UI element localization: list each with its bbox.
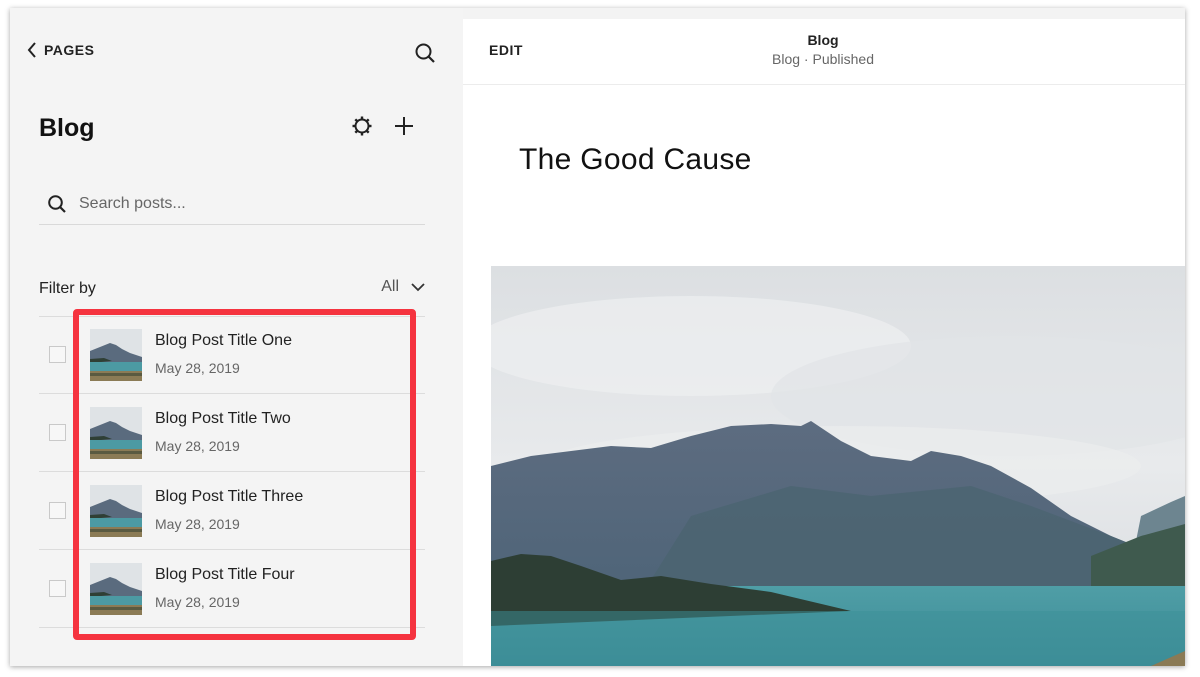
- post-thumbnail: [90, 407, 142, 459]
- edit-button[interactable]: EDIT: [489, 42, 523, 58]
- plus-icon[interactable]: [392, 114, 416, 138]
- filter-dropdown[interactable]: All: [381, 278, 425, 296]
- gear-icon[interactable]: [350, 114, 374, 138]
- search-posts-input[interactable]: [77, 194, 381, 214]
- post-checkbox[interactable]: [49, 424, 66, 441]
- collection-title: Blog: [39, 114, 95, 142]
- preview-header: EDIT Blog Blog · Published: [463, 19, 1185, 85]
- post-list-item[interactable]: Blog Post Title Two May 28, 2019: [39, 394, 425, 472]
- chevron-left-icon: [27, 42, 36, 58]
- filter-label: Filter by: [39, 280, 96, 297]
- post-thumbnail: [90, 329, 142, 381]
- post-title: Blog Post Title Three: [155, 488, 304, 505]
- page-preview: EDIT Blog Blog · Published The Good Caus…: [463, 19, 1185, 666]
- post-checkbox[interactable]: [49, 502, 66, 519]
- sidebar: PAGES Blog Filter by All: [10, 8, 463, 666]
- post-checkbox[interactable]: [49, 580, 66, 597]
- page-heading: The Good Cause: [519, 143, 752, 176]
- hero-image: [491, 266, 1185, 666]
- filter-selected-value: All: [381, 278, 399, 295]
- chevron-down-icon: [411, 283, 425, 292]
- filter-row: Filter by All: [39, 276, 425, 317]
- search-icon: [48, 195, 66, 213]
- post-thumbnail: [90, 563, 142, 615]
- preview-page-status: Blog · Published: [772, 51, 874, 67]
- post-title: Blog Post Title Four: [155, 566, 295, 583]
- preview-page-title: Blog: [807, 32, 839, 48]
- preview-header-info: Blog Blog · Published: [772, 32, 874, 67]
- post-title: Blog Post Title Two: [155, 410, 291, 427]
- back-to-pages-button[interactable]: PAGES: [26, 42, 94, 58]
- back-label: PAGES: [44, 42, 95, 58]
- post-date: May 28, 2019: [155, 438, 240, 454]
- post-list-item[interactable]: Blog Post Title Three May 28, 2019: [39, 472, 425, 550]
- post-title: Blog Post Title One: [155, 332, 292, 349]
- search-icon[interactable]: [414, 42, 436, 64]
- post-list: Blog Post Title One May 28, 2019 Blog Po…: [39, 316, 425, 628]
- post-date: May 28, 2019: [155, 360, 240, 376]
- post-list-item[interactable]: Blog Post Title Four May 28, 2019: [39, 550, 425, 628]
- post-checkbox[interactable]: [49, 346, 66, 363]
- search-posts-field: [39, 184, 425, 225]
- post-date: May 28, 2019: [155, 516, 240, 532]
- post-thumbnail: [90, 485, 142, 537]
- app-window: PAGES Blog Filter by All: [10, 8, 1185, 666]
- post-list-item[interactable]: Blog Post Title One May 28, 2019: [39, 316, 425, 394]
- post-date: May 28, 2019: [155, 594, 240, 610]
